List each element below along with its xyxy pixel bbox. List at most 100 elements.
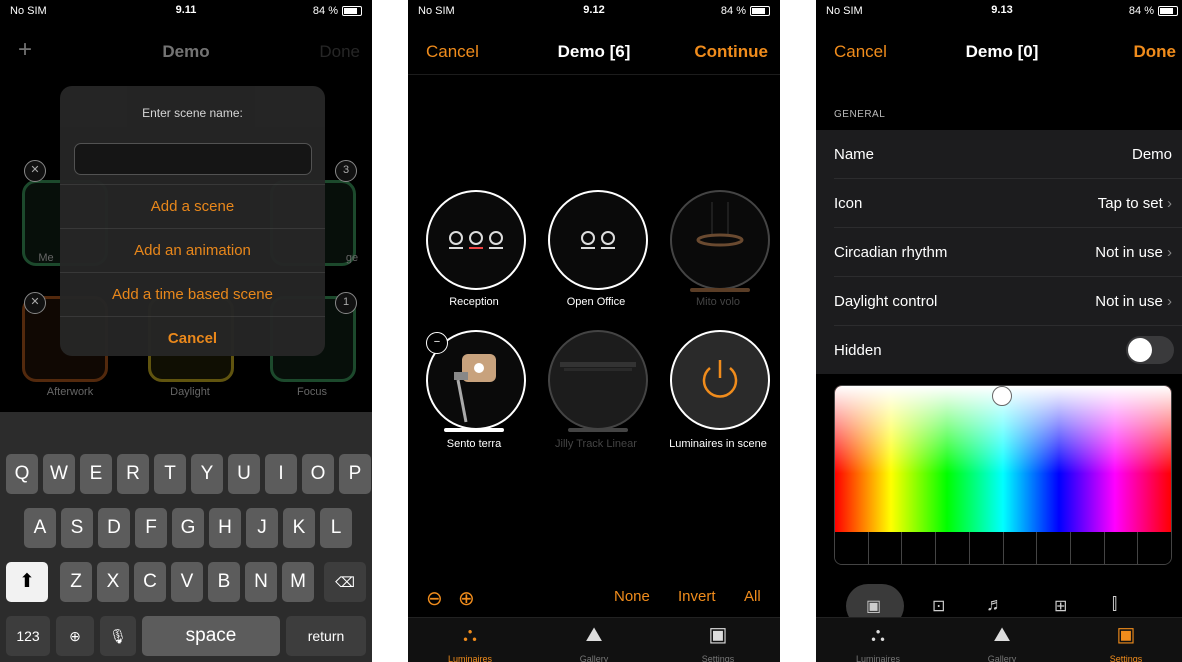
color-swatch[interactable] <box>1071 532 1105 564</box>
key-p[interactable]: P <box>339 454 371 494</box>
lamp-icon: ⛬ <box>871 624 885 646</box>
battery-label: 84 % <box>1128 5 1154 17</box>
track-luminaire-icon <box>560 362 636 371</box>
luminaire-open-office[interactable] <box>548 190 648 290</box>
clock: 9.13 <box>991 4 1013 16</box>
tab-luminaires[interactable]: ⛬ Luminaires <box>816 618 940 662</box>
divider <box>408 74 780 75</box>
add-time-based-scene-option[interactable]: Add a time based scene <box>60 272 325 317</box>
zoom-out-icon[interactable]: ⊖ <box>426 586 443 611</box>
globe-icon[interactable]: ⊕ <box>56 616 94 656</box>
chevron-right-icon: › <box>1167 244 1172 261</box>
mode-touch-icon[interactable]: ⊡ <box>932 596 945 616</box>
done-button[interactable]: Done <box>319 42 360 62</box>
row-icon[interactable]: Icon Tap to set › <box>834 179 1182 228</box>
status-bar: No SIM 9.12 84 % <box>408 0 780 22</box>
key-a[interactable]: A <box>24 508 56 548</box>
row-hidden: Hidden <box>834 326 1182 374</box>
key-c[interactable]: C <box>134 562 166 602</box>
key-w[interactable]: W <box>43 454 75 494</box>
row-daylight-control[interactable]: Daylight control Not in use › <box>834 277 1182 326</box>
color-spectrum[interactable] <box>835 386 1171 532</box>
luminaire-jilly-track-linear[interactable] <box>548 330 648 430</box>
color-swatch[interactable] <box>1138 532 1171 564</box>
microphone-icon[interactable]: 🎙 <box>100 616 136 656</box>
cancel-option[interactable]: Cancel <box>60 316 325 361</box>
row-circadian-rhythm[interactable]: Circadian rhythm Not in use › <box>834 228 1182 277</box>
row-key: Icon <box>834 195 863 212</box>
color-swatch[interactable] <box>869 532 903 564</box>
remove-badge-icon[interactable]: ✕ <box>24 160 46 182</box>
color-swatch[interactable] <box>835 532 869 564</box>
key-o[interactable]: O <box>302 454 334 494</box>
key-b[interactable]: B <box>208 562 240 602</box>
screen-scene-settings: No SIM 9.13 84 % Cancel Demo [0] Done GE… <box>816 0 1182 662</box>
color-swatch[interactable] <box>1037 532 1071 564</box>
continue-button[interactable]: Continue <box>694 42 768 62</box>
color-swatch[interactable] <box>902 532 937 564</box>
add-animation-option[interactable]: Add an animation <box>60 228 325 273</box>
add-scene-option[interactable]: Add a scene <box>60 184 325 229</box>
color-swatch[interactable] <box>970 532 1004 564</box>
luminaires-in-scene-button[interactable] <box>670 330 770 430</box>
color-picker[interactable] <box>834 385 1172 565</box>
key-d[interactable]: D <box>98 508 130 548</box>
key-x[interactable]: X <box>97 562 129 602</box>
scene-name-input[interactable] <box>74 143 312 175</box>
space-key[interactable]: space <box>142 616 280 656</box>
color-swatch[interactable] <box>1004 532 1038 564</box>
tile-label: Focus <box>297 386 327 398</box>
luminaire-mito-volo[interactable] <box>670 190 770 290</box>
key-m[interactable]: M <box>282 562 314 602</box>
color-swatch[interactable] <box>1105 532 1139 564</box>
hidden-toggle[interactable] <box>1126 336 1174 364</box>
key-s[interactable]: S <box>61 508 93 548</box>
key-f[interactable]: F <box>135 508 167 548</box>
remove-badge-icon[interactable]: ✕ <box>24 292 46 314</box>
key-z[interactable]: Z <box>60 562 92 602</box>
key-q[interactable]: Q <box>6 454 38 494</box>
color-swatch[interactable] <box>936 532 970 564</box>
tab-settings[interactable]: ▣ Settings <box>656 618 780 662</box>
luminaire-reception[interactable] <box>426 190 526 290</box>
key-u[interactable]: U <box>228 454 260 494</box>
invert-selection-button[interactable]: Invert <box>678 588 716 605</box>
mode-image-icon[interactable]: ⊞ <box>1054 596 1067 616</box>
select-all-button[interactable]: All <box>744 588 761 605</box>
key-j[interactable]: J <box>246 508 278 548</box>
shift-icon[interactable]: ⬆ <box>6 562 48 602</box>
key-k[interactable]: K <box>283 508 315 548</box>
key-g[interactable]: G <box>172 508 204 548</box>
done-button[interactable]: Done <box>1134 42 1177 62</box>
backspace-icon[interactable]: ⌫ <box>324 562 366 602</box>
key-y[interactable]: Y <box>191 454 223 494</box>
color-picker-handle[interactable] <box>992 386 1012 406</box>
tile-label: Daylight <box>170 386 210 398</box>
row-name[interactable]: Name Demo <box>834 130 1182 179</box>
mode-book-icon[interactable]: ⫿ <box>1112 596 1117 614</box>
numbers-key[interactable]: 123 <box>6 616 50 656</box>
key-h[interactable]: H <box>209 508 241 548</box>
key-l[interactable]: L <box>320 508 352 548</box>
key-t[interactable]: T <box>154 454 186 494</box>
row-key: Name <box>834 146 875 163</box>
key-i[interactable]: I <box>265 454 297 494</box>
row-value: Not in use <box>1095 293 1163 310</box>
zoom-in-icon[interactable]: ⊕ <box>458 586 475 611</box>
tab-gallery[interactable]: ⛰ Gallery <box>940 618 1064 662</box>
remove-icon[interactable]: − <box>426 332 448 354</box>
row-key: Hidden <box>834 342 882 359</box>
key-e[interactable]: E <box>80 454 112 494</box>
luminaire-label: Jilly Track Linear <box>555 438 637 450</box>
key-n[interactable]: N <box>245 562 277 602</box>
section-header: GENERAL <box>834 109 886 120</box>
return-key[interactable]: return <box>286 616 366 656</box>
tab-luminaires[interactable]: ⛬ Luminaires <box>408 618 532 662</box>
select-none-button[interactable]: None <box>614 588 650 605</box>
key-v[interactable]: V <box>171 562 203 602</box>
clapper-icon: ▣ <box>1116 624 1136 646</box>
mode-music-icon[interactable]: ♬ <box>986 594 1004 615</box>
tab-gallery[interactable]: ⛰ Gallery <box>532 618 656 662</box>
tab-settings[interactable]: ▣ Settings <box>1064 618 1182 662</box>
key-r[interactable]: R <box>117 454 149 494</box>
